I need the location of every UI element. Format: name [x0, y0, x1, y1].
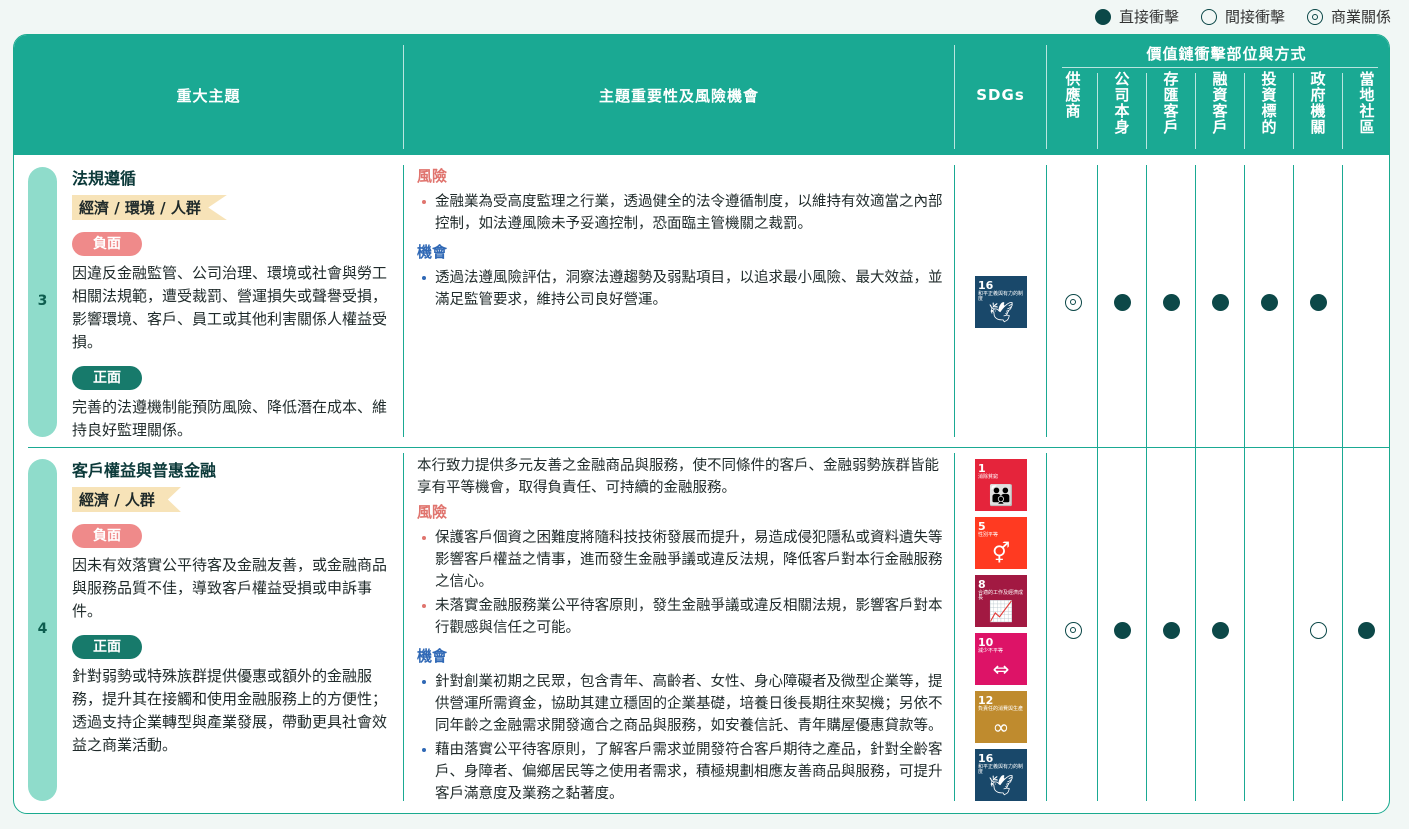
- importance-cell: 風險 金融業為受高度監理之行業，透過健全的法令遵循制度，以維持有效適當之內部控制…: [417, 163, 947, 313]
- list-item: 藉由落實公平待客原則，了解客戶需求並開發符合客戶期待之產品，針對全齡客戶、身障者…: [417, 739, 947, 805]
- header-stakeholder-company: 公司本身: [1112, 71, 1131, 135]
- filled-circle-icon: [1211, 621, 1229, 639]
- table-row-customer-rights: 4 客戶權益與普惠金融 經濟 / 人群 負面 因未有效落實公平待客及金融友善，或…: [14, 35, 1389, 802]
- row-number: 3: [37, 293, 48, 309]
- open-circle-icon: [1309, 621, 1327, 639]
- growth-chart-icon: 📈: [988, 599, 1014, 623]
- positive-impact-text: 完善的法遵機制能預防風險、降低潛在成本、維持良好監理關係。: [72, 398, 388, 439]
- dove-icon: 🕊: [988, 773, 1014, 797]
- legend-item-indirect: 間接衝擊: [1200, 6, 1285, 27]
- impact-legend: 直接衝擊 間接衝擊 商業關係: [1094, 6, 1391, 27]
- filled-circle-icon: [1113, 621, 1131, 639]
- negative-badge: 負面: [72, 524, 142, 548]
- sdg-8-tile: 8 合適的工作及經濟成長 📈: [975, 575, 1027, 627]
- filled-circle-icon: [1260, 293, 1278, 311]
- topic-cell: 法規遵循 經濟 / 環境 / 人群 負面 因違反金融監管、公司治理、環境或社會與…: [72, 165, 394, 450]
- list-item: 保護客戶個資之困難度將隨科技技術發展而提升，易造成侵犯隱私或資料遺失等影響客戶權…: [417, 527, 947, 593]
- intro-text: 本行致力提供多元友善之金融商品與服務，使不同條件的客戶、金融弱勢族群皆能享有平等…: [417, 458, 939, 496]
- legend-label: 直接衝擊: [1118, 8, 1179, 26]
- sdg-title: 性別平等: [978, 532, 999, 538]
- sdg-10-tile: 10 減少不平等 ⇔: [975, 633, 1027, 685]
- header-stakeholder-borrowers: 融資客戶: [1210, 71, 1229, 135]
- infinity-icon: ∞: [992, 715, 1010, 739]
- double-circle-icon: [1306, 8, 1323, 25]
- filled-circle-icon: [1357, 621, 1375, 639]
- negative-badge: 負面: [72, 232, 142, 256]
- sdg-16-tile: 16 和平正義與有力的制度 🕊: [975, 276, 1027, 328]
- filled-circle-icon: [1094, 8, 1111, 25]
- material-topics-table: 重大主題 主題重要性及風險機會 SDGs 價值鏈衝擊部位與方式 供應商 公司本身…: [13, 34, 1390, 814]
- list-item: 未落實金融服務業公平待客原則，發生金融爭議或違反相關法規，影響客戶對本行觀感與信…: [417, 595, 947, 639]
- opportunity-label: 機會: [417, 647, 448, 665]
- list-item: 金融業為受高度監理之行業，透過健全的法令遵循制度，以維持有效適當之內部控制，如法…: [417, 191, 947, 235]
- equality-arrows-icon: ⇔: [992, 657, 1010, 681]
- double-circle-icon: [1064, 293, 1082, 311]
- positive-badge: 正面: [72, 635, 142, 659]
- opportunity-list: 針對創業初期之民眾，包含青年、高齡者、女性、身心障礙者及微型企業等，提供營運所需…: [417, 671, 947, 805]
- sdg-title: 負責任的消費與生產: [978, 706, 1024, 712]
- dove-icon: 🕊: [988, 300, 1014, 324]
- topic-title: 客戶權益與普惠金融: [72, 461, 217, 480]
- open-circle-icon: [1200, 8, 1217, 25]
- risk-label: 風險: [417, 503, 448, 521]
- header-stakeholder-depositors: 存匯客戶: [1161, 71, 1180, 135]
- topic-cell: 客戶權益與普惠金融 經濟 / 人群 負面 因未有效落實公平待客及金融友善，或金融…: [72, 457, 394, 765]
- topic-title: 法規遵循: [72, 169, 137, 188]
- sdg-1-tile: 1 消除貧窮 👪: [975, 459, 1027, 511]
- people-icon: 👪: [988, 483, 1014, 507]
- legend-item-direct: 直接衝擊: [1094, 6, 1179, 27]
- gender-icon: ⚥: [991, 541, 1011, 565]
- importance-cell: 本行致力提供多元友善之金融商品與服務，使不同條件的客戶、金融弱勢族群皆能享有平等…: [417, 455, 947, 807]
- filled-circle-icon: [1309, 293, 1327, 311]
- opportunity-list: 透過法遵風險評估，洞察法遵趨勢及弱點項目，以追求最小風險、最大效益，並滿足監管要…: [417, 267, 947, 311]
- risk-list: 金融業為受高度監理之行業，透過健全的法令遵循制度，以維持有效適當之內部控制，如法…: [417, 191, 947, 235]
- risk-label: 風險: [417, 167, 448, 185]
- list-item: 透過法遵風險評估，洞察法遵趨勢及弱點項目，以追求最小風險、最大效益，並滿足監管要…: [417, 267, 947, 311]
- risk-list: 保護客戶個資之困難度將隨科技技術發展而提升，易造成侵犯隱私或資料遺失等影響客戶權…: [417, 527, 947, 639]
- header-stakeholder-supplier: 供應商: [1063, 71, 1082, 119]
- sdg-5-tile: 5 性別平等 ⚥: [975, 517, 1027, 569]
- negative-impact-text: 因未有效落實公平待客及金融友善，或金融商品與服務品質不佳，導致客戶權益受損或申訴…: [72, 556, 388, 620]
- filled-circle-icon: [1211, 293, 1229, 311]
- sdg-16-tile: 16 和平正義與有力的制度 🕊: [975, 749, 1027, 801]
- filled-circle-icon: [1162, 293, 1180, 311]
- row-number: 4: [37, 621, 48, 637]
- filled-circle-icon: [1162, 621, 1180, 639]
- positive-badge: 正面: [72, 366, 142, 390]
- opportunity-label: 機會: [417, 243, 448, 261]
- aspect-tag: 經濟 / 環境 / 人群: [72, 195, 227, 220]
- legend-item-business: 商業關係: [1306, 6, 1391, 27]
- header-stakeholder-government: 政府機關: [1308, 71, 1327, 135]
- header-stakeholder-community: 當地社區: [1357, 71, 1376, 135]
- sdg-12-tile: 12 負責任的消費與生產 ∞: [975, 691, 1027, 743]
- negative-impact-text: 因違反金融監管、公司治理、環境或社會與勞工相關法規範，遭受裁罰、營運損失或聲譽受…: [72, 264, 388, 351]
- legend-label: 商業關係: [1330, 8, 1391, 26]
- list-item: 針對創業初期之民眾，包含青年、高齡者、女性、身心障礙者及微型企業等，提供營運所需…: [417, 671, 947, 737]
- header-stakeholder-investees: 投資標的: [1259, 71, 1278, 135]
- filled-circle-icon: [1113, 293, 1131, 311]
- legend-label: 間接衝擊: [1224, 8, 1285, 26]
- aspect-tag: 經濟 / 人群: [72, 487, 181, 512]
- sdg-title: 消除貧窮: [978, 474, 999, 480]
- impact-cells: [14, 35, 1389, 639]
- sdg-title: 減少不平等: [978, 648, 1004, 654]
- double-circle-icon: [1064, 621, 1082, 639]
- positive-impact-text: 針對弱勢或特殊族群提供優惠或額外的金融服務，提升其在接觸和使用金融服務上的方便性…: [72, 667, 388, 754]
